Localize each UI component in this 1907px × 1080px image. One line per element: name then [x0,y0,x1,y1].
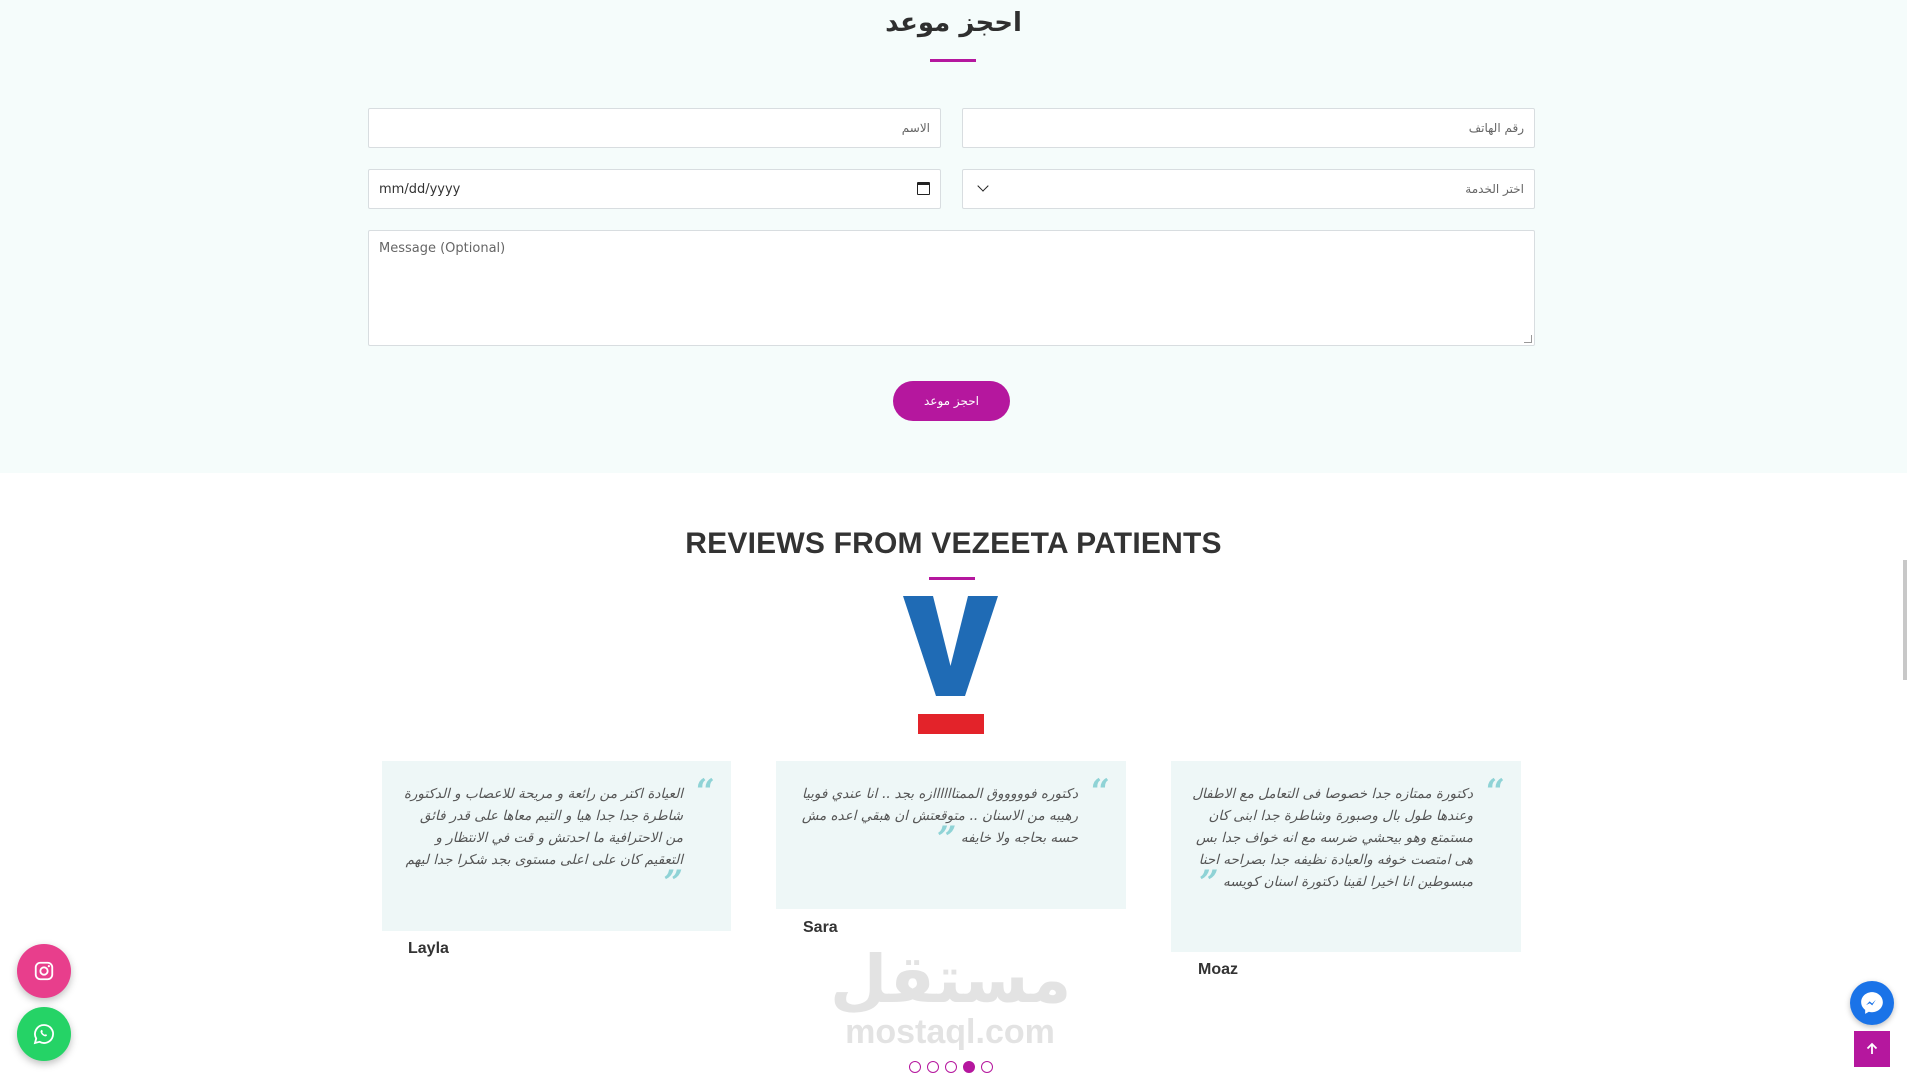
date-field[interactable]: mm/dd/yyyy [368,169,941,209]
chevron-down-icon [977,180,989,192]
phone-placeholder: رقم الهاتف [1468,121,1524,135]
messenger-icon [1861,992,1883,1014]
vezeeta-logo-bar [918,714,984,734]
calendar-icon[interactable] [917,182,930,195]
arrow-up-icon [1866,1042,1878,1054]
review-card: “ العيادة اكتر من رائعة و مريحة للاعصاب … [382,761,731,931]
whatsapp-button[interactable] [17,1007,71,1061]
reviews-title: REVIEWS FROM VEZEETA PATIENTS [685,527,1222,560]
date-placeholder: mm/dd/yyyy [379,181,461,197]
reviewer-name: Moaz [1198,961,1238,978]
service-select[interactable]: اختر الخدمة [962,169,1535,209]
message-textarea[interactable]: Message (Optional) [368,230,1535,346]
reviewer-name: Layla [408,940,449,957]
name-placeholder: الاسم [901,121,930,135]
messenger-button[interactable] [1850,981,1894,1025]
title-underline [930,59,976,62]
review-text-content: دكتورة ممتازه جدا خصوصا فى التعامل مع ال… [1192,786,1473,890]
carousel-dot[interactable] [927,1061,939,1073]
resize-handle[interactable] [1524,335,1532,343]
instagram-button[interactable] [17,944,71,998]
carousel-pagination [909,1061,993,1073]
page-scrollbar[interactable] [1903,560,1907,680]
reviews-title-underline [929,577,975,580]
name-field[interactable]: الاسم [368,108,941,148]
close-quote-icon: ” [936,818,957,859]
carousel-dot[interactable] [945,1061,957,1073]
review-text-content: العيادة اكتر من رائعة و مريحة للاعصاب و … [403,786,683,868]
service-placeholder: اختر الخدمة [1465,182,1524,196]
review-text: دكتوره فوووووق الممتاااااازه بجد .. انا … [794,783,1104,859]
message-placeholder: Message (Optional) [379,241,506,256]
vezeeta-v-shape [903,596,998,696]
instagram-icon [34,961,54,981]
booking-section: احجز موعد رقم الهاتف الاسم اختر الخدمة m… [0,0,1907,473]
open-quote-icon: “ [1090,772,1110,812]
open-quote-icon: “ [695,772,715,812]
book-appointment-button[interactable]: احجز موعد [893,381,1010,421]
review-card: “ دكتورة ممتازه جدا خصوصا فى التعامل مع … [1171,761,1521,952]
open-quote-icon: “ [1485,772,1505,812]
review-text: دكتورة ممتازه جدا خصوصا فى التعامل مع ال… [1189,783,1499,903]
watermark-latin: mostaql.com [845,1013,1055,1051]
close-quote-icon: ” [663,862,683,903]
carousel-dot[interactable] [981,1061,993,1073]
whatsapp-icon [33,1024,54,1045]
vezeeta-logo [903,596,998,696]
review-text: العيادة اكتر من رائعة و مريحة للاعصاب و … [400,783,709,903]
booking-title: احجز موعد [885,8,1022,38]
page: احجز موعد رقم الهاتف الاسم اختر الخدمة m… [0,0,1907,1080]
carousel-dot-active[interactable] [963,1061,975,1073]
review-card: “ دكتوره فوووووق الممتاااااازه بجد .. ان… [776,761,1126,909]
close-quote-icon: ” [1199,862,1219,903]
watermark-arabic: مستقل [830,941,1072,1018]
carousel-dot[interactable] [909,1061,921,1073]
reviewer-name: Sara [803,919,838,936]
phone-field[interactable]: رقم الهاتف [962,108,1535,148]
mostaql-watermark: مستقل mostaql.com [830,941,1072,1051]
scroll-to-top-button[interactable] [1854,1031,1890,1067]
